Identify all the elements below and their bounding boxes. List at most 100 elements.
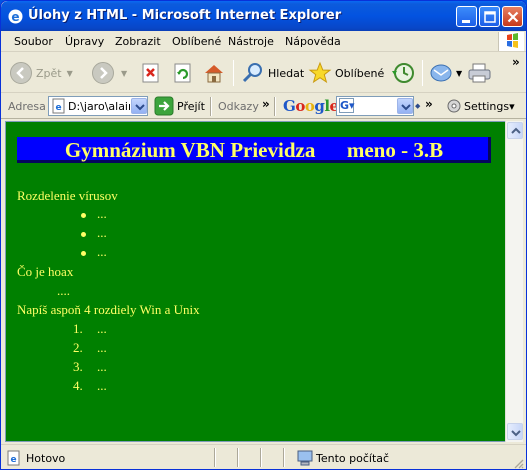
settings-button[interactable]: Settings▾ (464, 100, 515, 113)
list-item: ... (97, 321, 107, 336)
title-bar[interactable]: e Úlohy z HTML - Microsoft Internet Expl… (1, 1, 526, 31)
list-number: 4. (73, 378, 83, 393)
forward-arrow-icon (92, 62, 114, 84)
toolbar: Zpět ▼ ▼ Hledat Oblíbené ▼ » (1, 53, 526, 93)
page-banner: Gymnázium VBN Prievidza meno - 3.B (17, 137, 491, 163)
menu-view[interactable]: Zobrazit (115, 35, 161, 48)
page-done-icon: e (7, 450, 20, 466)
close-icon (507, 11, 519, 23)
favorites-star-icon (308, 61, 332, 84)
search-icon (242, 63, 262, 83)
chevron-down-icon (511, 430, 521, 437)
ie-window: e Úlohy z HTML - Microsoft Internet Expl… (0, 0, 527, 470)
google-search-go-icon[interactable]: ◆ (415, 102, 420, 110)
history-button[interactable] (390, 61, 416, 85)
menu-help[interactable]: Nápověda (285, 35, 341, 48)
mail-button[interactable]: ▼ (429, 61, 462, 85)
maximize-icon (484, 11, 496, 23)
list-item: ... (97, 206, 107, 221)
mail-dropdown-icon[interactable]: ▼ (456, 69, 462, 78)
minimize-button[interactable] (456, 6, 477, 27)
menu-bar: Soubor Úpravy Zobrazit Oblíbené Nástroje… (1, 31, 526, 52)
stop-button[interactable] (140, 61, 162, 85)
back-dropdown-icon[interactable]: ▼ (67, 69, 73, 78)
chevron-down-icon (401, 104, 411, 111)
section-text: .... (57, 283, 70, 298)
menu-edit[interactable]: Úpravy (65, 35, 104, 48)
address-value: D:\jaro\alair (68, 100, 130, 113)
minimize-icon (462, 20, 470, 23)
menu-tools[interactable]: Nástroje (228, 35, 274, 48)
back-button[interactable]: Zpět ▼ (9, 61, 73, 85)
settings-gear-icon (447, 99, 461, 113)
history-icon (392, 63, 414, 83)
go-arrow-icon[interactable] (154, 96, 174, 116)
go-button[interactable]: Přejít (177, 100, 205, 113)
scroll-down-button[interactable] (507, 423, 523, 440)
svg-text:e: e (55, 103, 61, 113)
list-number: 3. (73, 359, 83, 374)
status-separator (214, 448, 216, 467)
vertical-scrollbar[interactable] (505, 121, 523, 442)
security-zone-text: Tento počítač (316, 452, 390, 465)
resize-grip-icon[interactable] (512, 457, 524, 469)
stop-icon (142, 63, 159, 83)
forward-dropdown-icon[interactable]: ▼ (121, 69, 127, 78)
list-item: ... (97, 378, 107, 393)
toolbar-overflow-chevron-icon[interactable]: » (512, 55, 520, 69)
search-button[interactable]: Hledat (241, 61, 304, 85)
forward-button[interactable]: ▼ (91, 61, 127, 85)
list-item: ... (97, 244, 107, 259)
bullet-icon (81, 232, 86, 237)
chevron-up-icon (511, 127, 521, 134)
menu-favorites[interactable]: Oblíbené (172, 35, 221, 48)
address-label: Adresa (8, 100, 46, 113)
scroll-up-button[interactable] (507, 122, 523, 139)
printer-icon (468, 63, 491, 83)
list-item: ... (97, 225, 107, 240)
banner-title: Gymnázium VBN Prievidza meno - 3.B (64, 138, 444, 162)
close-button[interactable] (502, 6, 523, 27)
window-title: Úlohy z HTML - Microsoft Internet Explor… (28, 8, 342, 23)
list-number: 2. (73, 340, 83, 355)
address-input[interactable]: e D:\jaro\alair (48, 96, 148, 116)
address-separator (274, 97, 276, 116)
google-toolbar-chevron-icon[interactable]: » (425, 97, 433, 111)
back-label: Zpět (36, 66, 62, 80)
list-item: ... (97, 359, 107, 374)
chevron-down-icon (135, 104, 145, 111)
menu-file[interactable]: Soubor (14, 35, 53, 48)
google-search-dropdown[interactable] (397, 98, 413, 114)
mail-icon (430, 64, 452, 82)
favorites-button[interactable]: Oblíbené (308, 61, 384, 85)
links-chevron-icon[interactable]: » (262, 97, 270, 111)
status-separator (283, 448, 285, 467)
section-heading: Čo je hoax (17, 264, 74, 279)
google-search-value: G▾ (339, 98, 355, 113)
links-button[interactable]: Odkazy (218, 100, 259, 113)
section-heading: Napíš aspoň 4 rozdiely Win a Unix (17, 302, 200, 317)
svg-text:e: e (11, 10, 19, 24)
page-viewport[interactable]: Gymnázium VBN Prievidza meno - 3.B Rozde… (5, 121, 505, 442)
maximize-button[interactable] (479, 6, 500, 27)
toolbar-separator (422, 60, 423, 86)
favorites-label: Oblíbené (335, 66, 385, 80)
refresh-button[interactable] (172, 61, 194, 85)
refresh-icon (174, 63, 191, 83)
page-icon: e (52, 98, 65, 114)
bullet-icon (81, 251, 86, 256)
home-button[interactable] (202, 61, 226, 85)
print-button[interactable] (467, 61, 493, 85)
status-separator (237, 448, 239, 467)
section-heading: Rozdelenie vírusov (17, 188, 118, 203)
bullet-icon (81, 213, 86, 218)
status-bar: e Hotovo Tento počítač (1, 444, 526, 469)
address-dropdown-button[interactable] (131, 98, 147, 114)
status-separator (260, 448, 262, 467)
google-logo[interactable]: Google (283, 97, 339, 115)
address-bar: Adresa e D:\jaro\alair Přejít Odkazy » G… (1, 93, 526, 119)
list-number: 1. (73, 321, 83, 336)
google-search-input[interactable]: G▾ (336, 96, 414, 116)
list-item: ... (97, 340, 107, 355)
toolbar-separator (233, 60, 234, 86)
